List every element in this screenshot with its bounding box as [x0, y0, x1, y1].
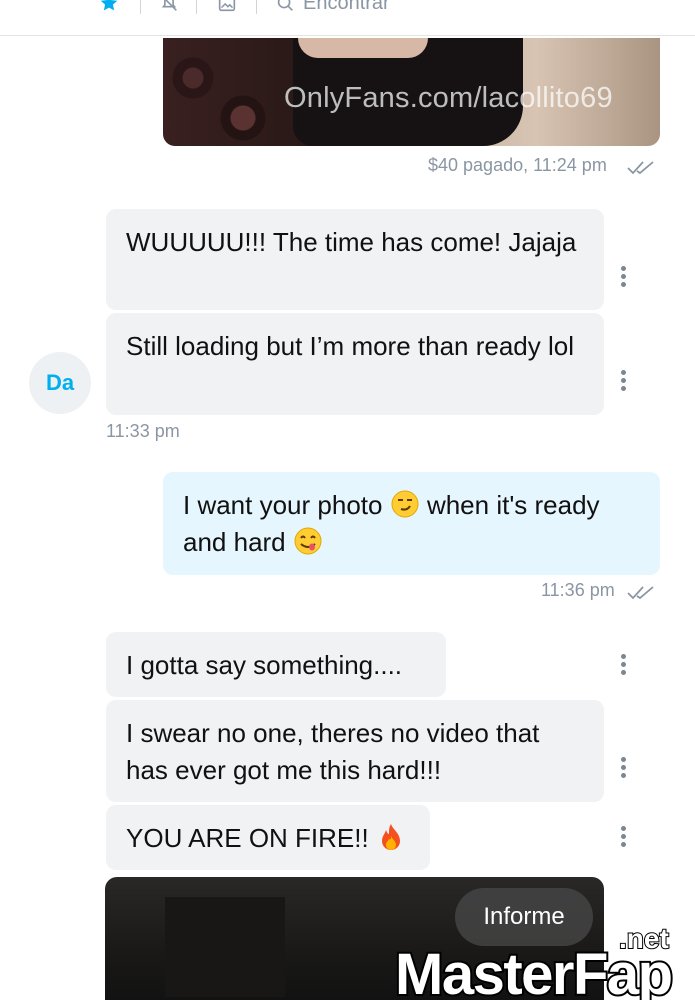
photo-watermark: OnlyFans.com/lacollito69 [284, 82, 613, 114]
incoming-message[interactable]: Still loading but I’m more than ready lo… [106, 313, 604, 415]
message-text: I want your photo [183, 490, 383, 520]
star-icon[interactable] [98, 0, 120, 14]
toolbar-separator [140, 0, 141, 14]
incoming-message[interactable]: I gotta say something.... [106, 632, 446, 697]
message-options-icon[interactable] [621, 757, 627, 779]
message-options-icon[interactable] [621, 654, 627, 676]
smirk-emoji [391, 490, 419, 518]
chat-toolbar: Encontrar [0, 0, 695, 36]
message-options-icon[interactable] [621, 826, 627, 848]
message-text: I gotta say something.... [126, 650, 403, 680]
image-icon[interactable] [216, 0, 238, 14]
message-options-icon[interactable] [621, 370, 627, 392]
fire-emoji [381, 824, 400, 850]
outgoing-photo-message[interactable]: OnlyFans.com/lacollito69 [163, 38, 660, 146]
search-icon[interactable] [274, 0, 296, 14]
incoming-message[interactable]: YOU ARE ON FIRE!! [106, 805, 430, 870]
message-meta: 11:33 pm [106, 421, 180, 441]
photo-content [298, 38, 428, 58]
incoming-message[interactable]: WUUUUU!!! The time has come! Jajaja [106, 209, 604, 310]
message-meta: $40 pagado, 11:24 pm [428, 155, 607, 175]
message-text: Still loading but I’m more than ready lo… [126, 331, 575, 361]
message-text: I swear no one, theres no video that has… [126, 718, 540, 785]
message-text: YOU ARE ON FIRE!! [126, 823, 369, 853]
message-meta: 11:36 pm [541, 580, 615, 600]
photo-content [165, 897, 285, 997]
avatar[interactable]: Da [29, 352, 91, 414]
masterfap-watermark-logo: .net MasterFap [393, 922, 675, 1000]
bell-off-icon[interactable] [158, 0, 180, 14]
avatar-initials: Da [45, 370, 75, 395]
search-input[interactable]: Encontrar [303, 0, 390, 15]
toolbar-separator [196, 0, 197, 14]
outgoing-message[interactable]: I want your photo when it's ready and ha… [163, 472, 660, 575]
read-receipt-icon [627, 161, 654, 175]
toolbar-separator [256, 0, 257, 14]
read-receipt-icon [627, 586, 654, 600]
message-text: WUUUUU!!! The time has come! Jajaja [126, 227, 577, 257]
message-options-icon[interactable] [621, 266, 627, 288]
yum-emoji [294, 527, 322, 555]
brand-main: MasterFap [395, 942, 672, 1000]
incoming-message[interactable]: I swear no one, theres no video that has… [106, 700, 604, 802]
